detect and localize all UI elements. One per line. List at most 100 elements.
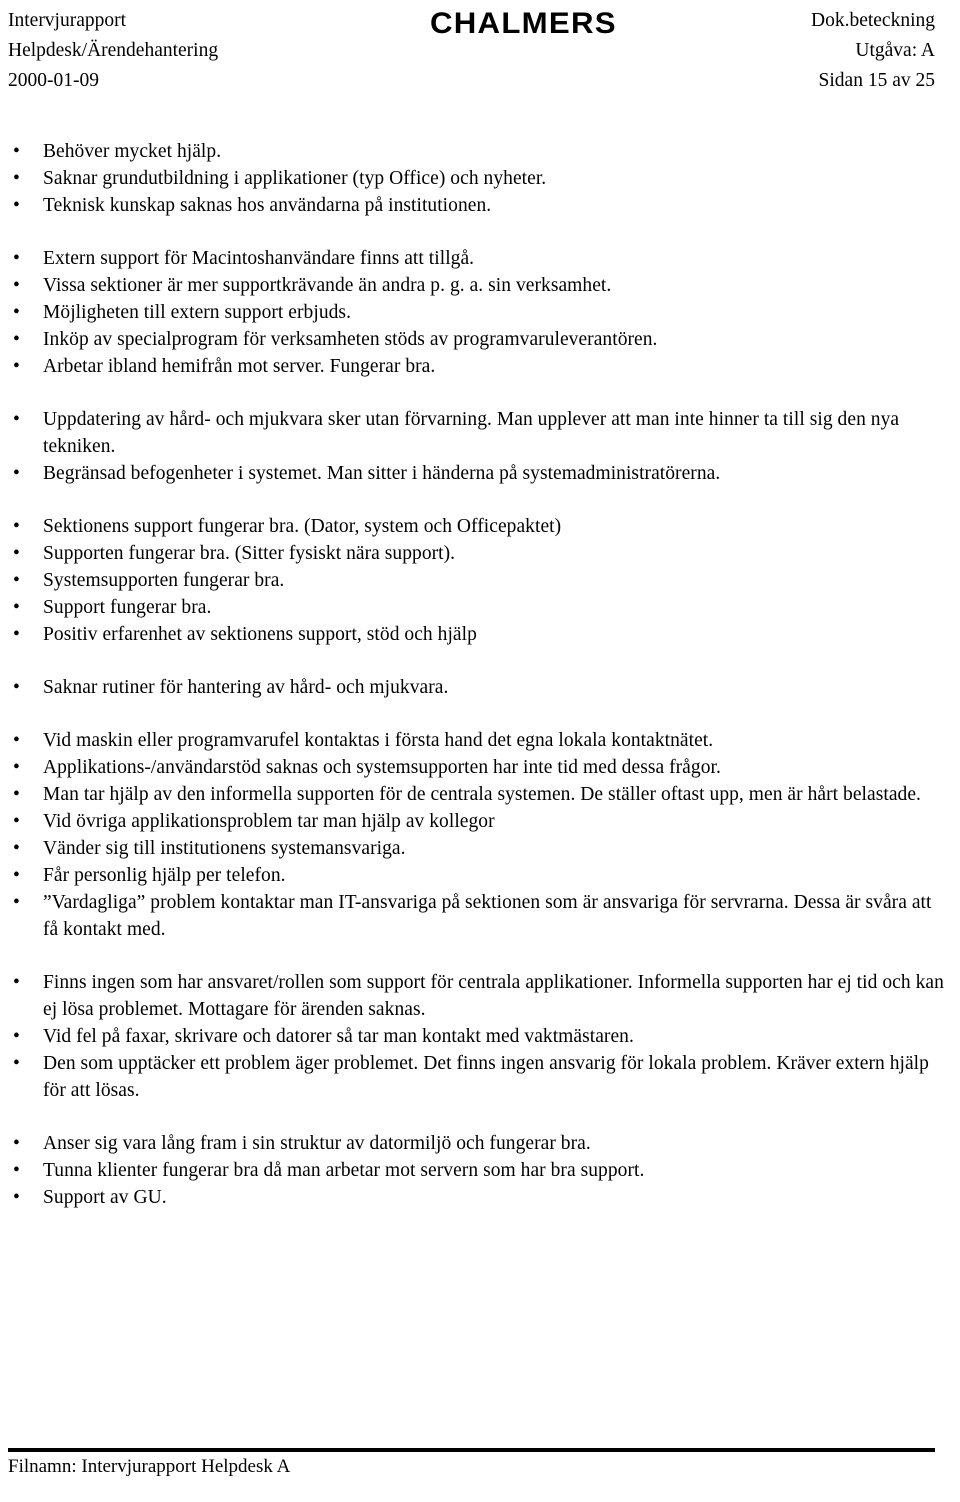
bullet-item-text: Vid fel på faxar, skrivare och datorer s… [43,1026,634,1047]
bullet-point-icon: • [13,865,20,886]
bullet-point-icon: • [13,302,20,323]
bullet-item-text: Möjligheten till extern support erbjuds. [43,302,351,323]
bullet-item: • Vissa sektioner är mer supportkrävande … [10,272,946,299]
bullet-group: • Uppdatering av hård- och mjukvara sker … [10,406,946,487]
bullet-point-icon: • [13,543,20,564]
bullet-item-text: Finns ingen som har ansvaret/rollen som … [43,972,944,1020]
header-date: 2000-01-09 [8,70,99,91]
bullet-item: • Teknisk kunskap saknas hos användarna p… [10,192,946,219]
footer-filename: Filnamn: Intervjurapport Helpdesk A [8,1456,291,1477]
bullet-item-text: Vissa sektioner är mer supportkrävande ä… [43,275,612,296]
bullet-group: • Finns ingen som har ansvaret/rollen som… [10,969,946,1104]
bullet-point-icon: • [13,1053,20,1074]
bullet-point-icon: • [13,141,20,162]
bullet-item-text: Man tar hjälp av den informella supporte… [43,784,921,805]
bullet-item-text: Extern support för Macintoshanvändare fi… [43,248,475,269]
chalmers-logo: CHALMERS [429,7,617,40]
bullet-item-text: Supporten fungerar bra. (Sitter fysiskt … [43,543,456,564]
bullet-item-text: Anser sig vara lång fram i sin struktur … [43,1133,591,1154]
bullet-item: • Uppdatering av hård- och mjukvara sker … [10,406,946,460]
bullet-item: • Finns ingen som har ansvaret/rollen som… [10,969,946,1023]
bullet-item: • Saknar grundutbildning i applikationer … [10,165,946,192]
bullet-point-icon: • [13,784,20,805]
bullet-point-icon: • [13,195,20,216]
bullet-item: • ”Vardagliga” problem kontaktar man IT-a… [10,889,946,943]
bullet-item-text: Saknar rutiner för hantering av hård- oc… [43,677,449,698]
header-center-block: CHALMERS [430,6,616,40]
bullet-point-icon: • [13,892,20,913]
bullet-group: • Extern support för Macintoshanvändare f… [10,245,946,380]
header-left-block: Intervjurapport Helpdesk/Ärendehantering… [8,6,218,96]
bullet-item-text: Begränsad befogenheter i systemet. Man s… [43,463,721,484]
bullet-item: • Inköp av specialprogram för verksamhete… [10,326,946,353]
bullet-item: • Vid maskin eller programvarufel kontakt… [10,727,946,754]
bullet-group: • Behöver mycket hjälp. • Saknar grundutbil… [10,138,946,219]
bullet-item-text: Den som upptäcker ett problem äger probl… [43,1053,929,1101]
bullet-item: • Supporten fungerar bra. (Sitter fysiskt… [10,540,946,567]
bullet-item: • Arbetar ibland hemifrån mot server. Fun… [10,353,946,380]
bullet-item: • Vid fel på faxar, skrivare och datorer … [10,1023,946,1050]
bullet-group: • Sektionens support fungerar bra. (Dator… [10,513,946,648]
bullet-point-icon: • [13,409,20,430]
bullet-item: • Får personlig hjälp per telefon. [10,862,946,889]
bullet-item-text: Support av GU. [43,1187,167,1208]
bullet-item: • Tunna klienter fungerar bra då man arbe… [10,1157,946,1184]
bullet-item-text: Uppdatering av hård- och mjukvara sker u… [43,409,900,457]
bullet-item-text: Positiv erfarenhet av sektionens support… [43,624,477,645]
bullet-item-text: Inköp av specialprogram för verksamheten… [43,329,658,350]
document-body: • Behöver mycket hjälp. • Saknar grundutbil… [0,138,960,1211]
bullet-item-text: Vänder sig till institutionens systemans… [43,838,406,859]
bullet-point-icon: • [13,248,20,269]
bullet-item-text: Arbetar ibland hemifrån mot server. Fung… [43,356,436,377]
bullet-item: • Saknar rutiner för hantering av hård- o… [10,674,946,701]
bullet-point-icon: • [13,597,20,618]
header-doc-designation: Dok.beteckning [810,10,935,31]
bullet-point-icon: • [13,570,20,591]
bullet-point-icon: • [13,757,20,778]
bullet-item: • Vid övriga applikationsproblem tar man … [10,808,946,835]
bullet-item-text: Teknisk kunskap saknas hos användarna på… [43,195,492,216]
bullet-point-icon: • [13,1133,20,1154]
bullet-point-icon: • [13,329,20,350]
bullet-item-text: Behöver mycket hjälp. [43,141,222,162]
header-report-title: Intervjurapport [8,10,127,31]
bullet-point-icon: • [13,1160,20,1181]
bullet-group: • Vid maskin eller programvarufel kontakt… [10,727,946,943]
bullet-point-icon: • [13,1187,20,1208]
bullet-item: • Möjligheten till extern support erbjuds… [10,299,946,326]
bullet-item: • Support fungerar bra. [10,594,946,621]
bullet-point-icon: • [13,730,20,751]
bullet-group: • Anser sig vara lång fram i sin struktur… [10,1130,946,1211]
bullet-item-text: Saknar grundutbildning i applikationer (… [43,168,547,189]
bullet-item-text: Tunna klienter fungerar bra då man arbet… [43,1160,645,1181]
header-page-number: Sidan 15 av 25 [818,70,935,91]
header-department: Helpdesk/Ärendehantering [8,40,219,61]
bullet-item: • Man tar hjälp av den informella support… [10,781,946,808]
bullet-item: • Extern support för Macintoshanvändare f… [10,245,946,272]
bullet-point-icon: • [13,516,20,537]
bullet-item-text: Applikations-/användarstöd saknas och sy… [43,757,721,778]
bullet-item-text: Får personlig hjälp per telefon. [43,865,286,886]
document-footer: Filnamn: Intervjurapport Helpdesk A [0,1448,960,1480]
bullet-item: • Den som upptäcker ett problem äger prob… [10,1050,946,1104]
bullet-item-text: ”Vardagliga” problem kontaktar man IT-an… [43,892,932,940]
bullet-item: • Applikations-/användarstöd saknas och s… [10,754,946,781]
bullet-item: • Anser sig vara lång fram i sin struktur… [10,1130,946,1157]
document-header: Intervjurapport Helpdesk/Ärendehantering… [0,0,960,100]
bullet-item: • Systemsupporten fungerar bra. [10,567,946,594]
bullet-point-icon: • [13,275,20,296]
bullet-item: • Behöver mycket hjälp. [10,138,946,165]
bullet-item: • Sektionens support fungerar bra. (Dator… [10,513,946,540]
bullet-point-icon: • [13,838,20,859]
document-page: Intervjurapport Helpdesk/Ärendehantering… [0,0,960,1502]
bullet-point-icon: • [13,168,20,189]
bullet-point-icon: • [13,356,20,377]
bullet-item: • Vänder sig till institutionens systeman… [10,835,946,862]
bullet-item-text: Systemsupporten fungerar bra. [43,570,285,591]
bullet-point-icon: • [13,1026,20,1047]
bullet-item: • Positiv erfarenhet av sektionens suppor… [10,621,946,648]
header-edition: Utgåva: A [855,40,935,61]
bullet-item-text: Support fungerar bra. [43,597,212,618]
bullet-group: • Saknar rutiner för hantering av hård- o… [10,674,946,701]
bullet-point-icon: • [13,811,20,832]
